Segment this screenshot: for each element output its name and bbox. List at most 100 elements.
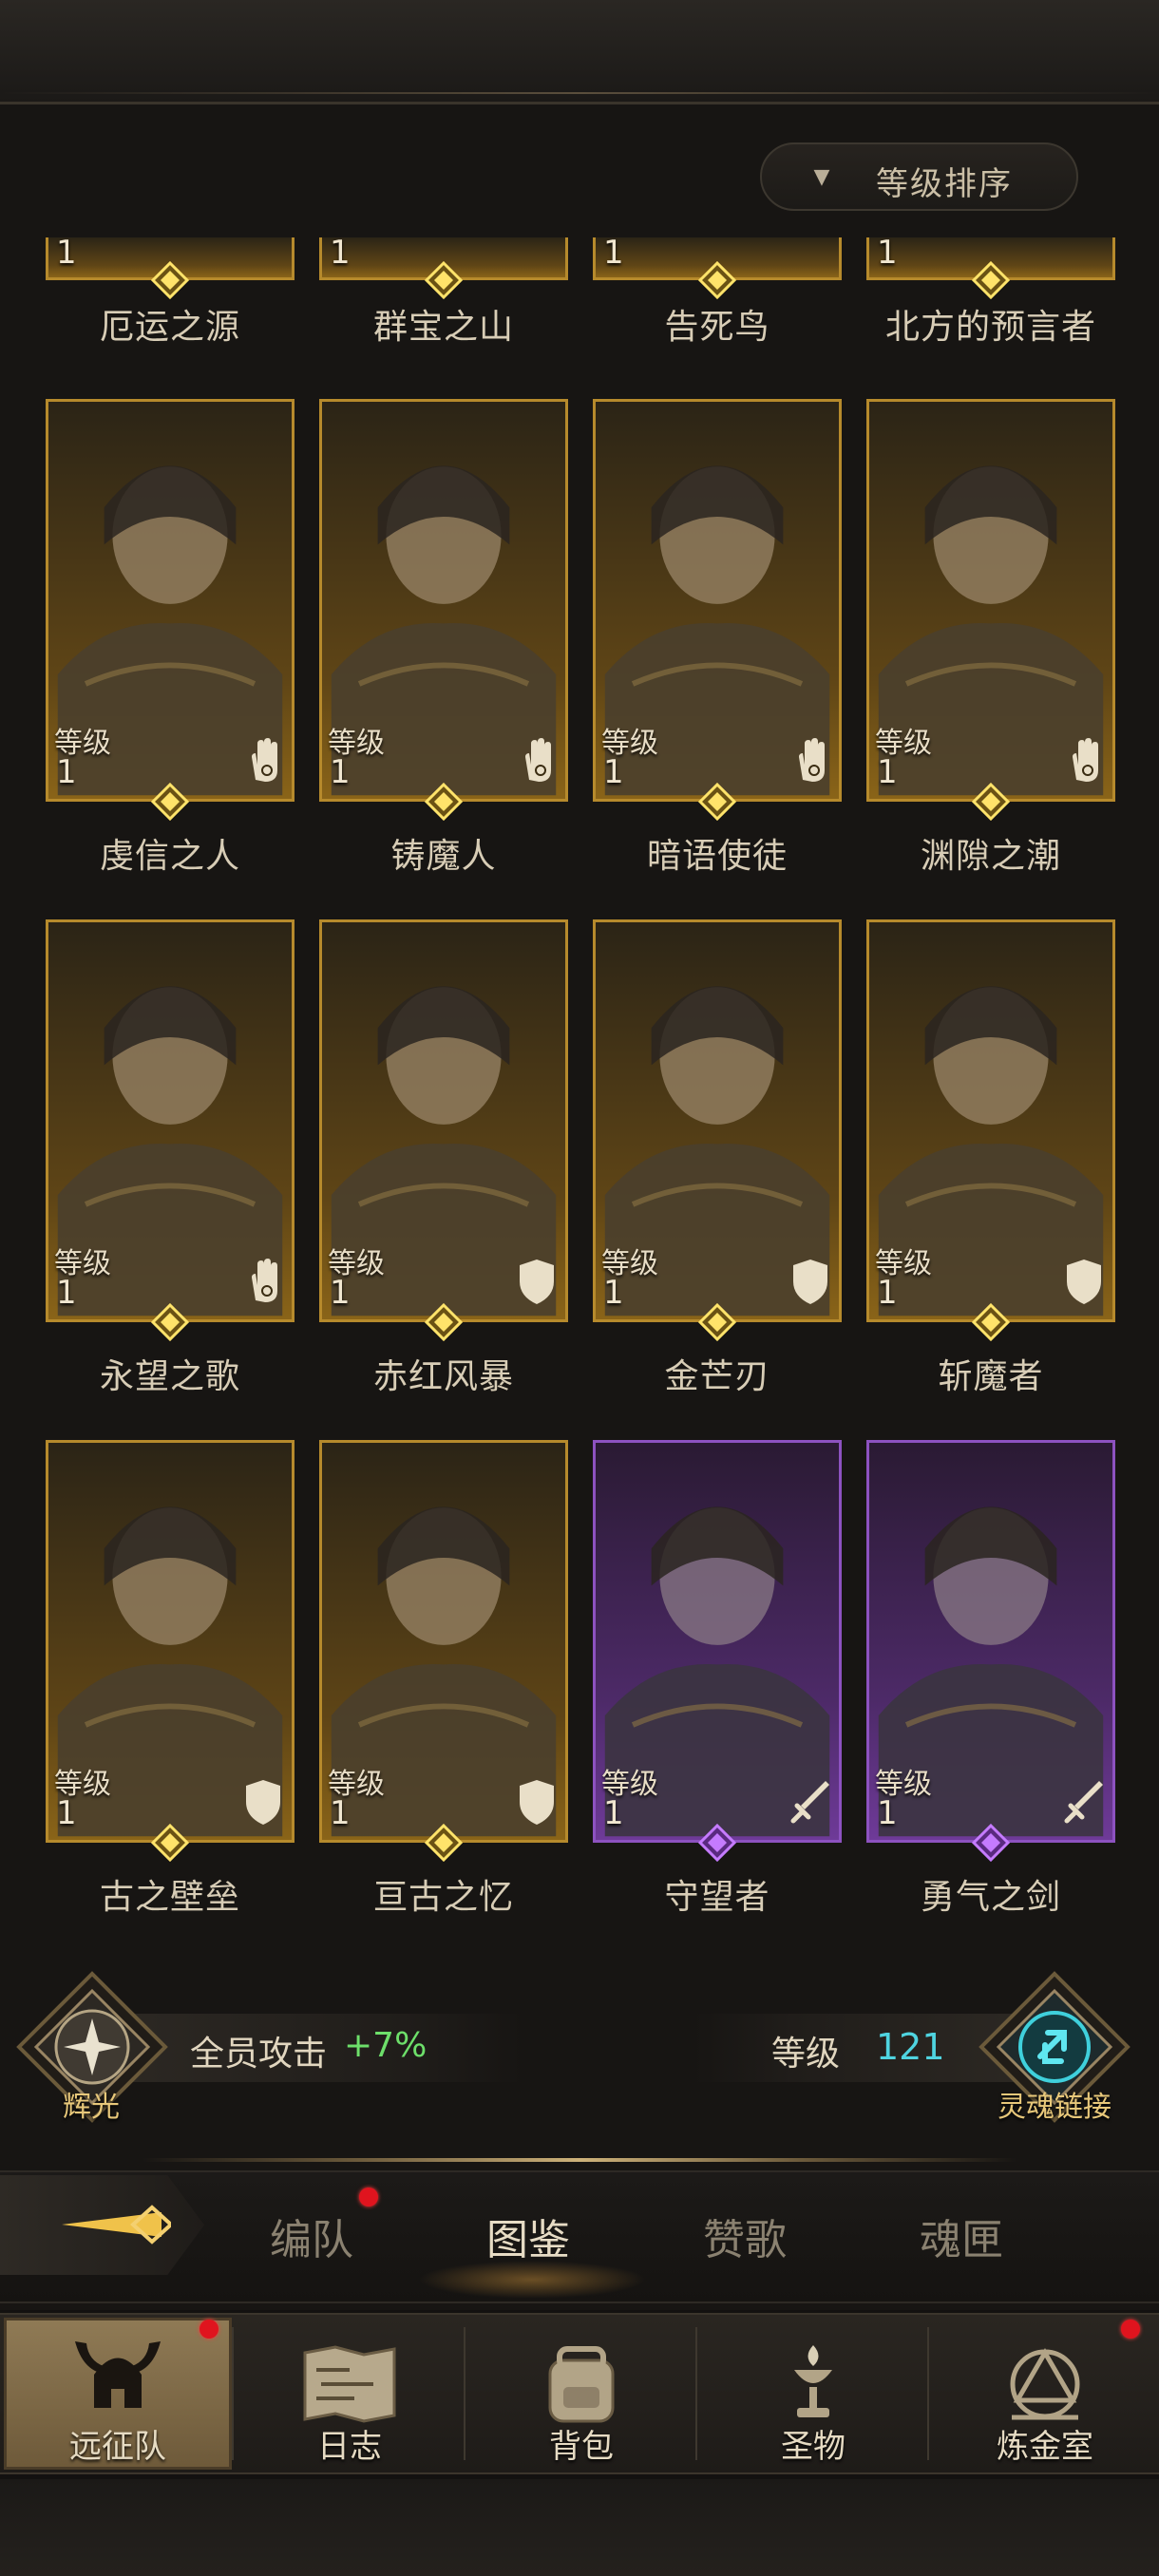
hero-level-value: 1: [603, 1274, 624, 1312]
active-tab-glow: [418, 2261, 646, 2299]
hero-card[interactable]: 等级 1: [593, 1440, 842, 1843]
hero-name: 永望之歌: [99, 1357, 240, 1396]
hero-level-value: 1: [330, 753, 351, 791]
rarity-gem-icon: [698, 1824, 736, 1862]
tab-codex[interactable]: 图鉴: [486, 2206, 570, 2266]
hero-card[interactable]: 等级 1: [319, 399, 568, 802]
hero-name: 勇气之剑: [920, 1878, 1061, 1917]
hero-name: 虔信之人: [99, 837, 240, 876]
hero-card[interactable]: 等级 1: [46, 919, 294, 1322]
hero-level-value: 1: [56, 237, 77, 272]
footer-ornament-band: [0, 2479, 1159, 2576]
shield-icon: [793, 1260, 827, 1304]
hero-card[interactable]: 等级 1: [319, 1440, 568, 1843]
hand-icon: [252, 738, 277, 782]
soul-level-label: 等级: [771, 2035, 841, 2074]
hero-name: 金芒刃: [664, 1357, 770, 1396]
rarity-gem-icon: [151, 783, 189, 821]
rarity-gem-icon: [698, 783, 736, 821]
nav-divider: [695, 2327, 697, 2460]
chalice-icon: [794, 2345, 832, 2417]
hero-level-value: 1: [603, 237, 624, 272]
hero-level-value: 1: [56, 1274, 77, 1312]
hero-level-value: 1: [877, 237, 898, 272]
hero-card[interactable]: 等级 1: [593, 399, 842, 802]
hero-card[interactable]: 等级 1: [46, 1440, 294, 1843]
hero-name: 北方的预言者: [884, 308, 1096, 347]
horned-helmet-icon: [75, 2341, 161, 2408]
hero-name: 渊隙之潮: [920, 837, 1061, 876]
hero-name: 暗语使徒: [646, 837, 788, 876]
shield-icon: [520, 1780, 554, 1825]
arrow-left-icon: [62, 2205, 171, 2245]
hero-card[interactable]: 等级 1: [866, 919, 1115, 1322]
nav-divider: [232, 2327, 234, 2460]
hero-level-value: 1: [603, 753, 624, 791]
hand-icon: [525, 738, 551, 782]
hand-icon: [252, 1259, 277, 1302]
nav-relics-label: 圣物: [781, 2428, 846, 2466]
tab-soul-box[interactable]: 魂匣: [920, 2206, 1003, 2266]
hero-level-value: 1: [56, 753, 77, 791]
rarity-gem-icon: [425, 783, 463, 821]
rarity-gem-icon: [151, 1303, 189, 1341]
sword-icon: [790, 1781, 829, 1824]
hero-card[interactable]: 等级 1: [866, 399, 1115, 802]
ornamental-divider: [142, 2158, 1016, 2162]
rarity-gem-icon: [151, 1824, 189, 1862]
rarity-gem-icon: [972, 261, 1010, 299]
shield-icon: [1067, 1260, 1101, 1304]
sword-icon: [1064, 1781, 1103, 1824]
alchemy-icon: [1010, 2348, 1080, 2420]
hero-level-value: 1: [330, 237, 351, 272]
shield-icon: [520, 1260, 554, 1304]
rarity-gem-icon: [972, 783, 1010, 821]
soul-link-label: 灵魂链接: [998, 2091, 1112, 2124]
back-button[interactable]: [0, 2175, 204, 2275]
rarity-gem-icon: [151, 261, 189, 299]
hero-card[interactable]: 等级 1: [319, 919, 568, 1322]
nav-expedition-badge: [200, 2320, 218, 2339]
hero-name: 铸魔人: [390, 837, 497, 876]
rarity-gem-icon: [425, 1824, 463, 1862]
hero-card[interactable]: 等级 1: [46, 399, 294, 802]
nav-journal-label: 日志: [317, 2428, 382, 2466]
rarity-gem-icon: [972, 1824, 1010, 1862]
hero-name: 斩魔者: [938, 1357, 1044, 1396]
nav-expedition-label: 远征队: [69, 2428, 166, 2466]
radiance-label: 辉光: [63, 2091, 120, 2124]
hero-card[interactable]: 等级 1: [866, 1440, 1115, 1843]
map-scroll-icon: [303, 2345, 396, 2423]
hero-card[interactable]: 等级 1: [593, 919, 842, 1322]
rarity-gem-icon: [972, 1303, 1010, 1341]
rarity-gem-icon: [425, 1303, 463, 1341]
hero-level-value: 1: [877, 1274, 898, 1312]
hero-level-value: 1: [603, 1794, 624, 1832]
hand-icon: [1073, 738, 1098, 782]
hero-name: 厄运之源: [99, 308, 240, 347]
hero-level-value: 1: [877, 753, 898, 791]
nav-divider: [464, 2327, 466, 2460]
hero-level-value: 1: [330, 1274, 351, 1312]
rarity-gem-icon: [425, 261, 463, 299]
rarity-gem-icon: [698, 261, 736, 299]
hero-name: 亘古之忆: [372, 1878, 514, 1917]
nav-backpack-label: 背包: [549, 2428, 614, 2466]
nav-divider: [927, 2327, 929, 2460]
shield-icon: [246, 1780, 280, 1825]
attack-label: 全员攻击: [190, 2035, 328, 2074]
hero-level-value: 1: [330, 1794, 351, 1832]
hero-level-value: 1: [877, 1794, 898, 1832]
nav-alchemy-label: 炼金室: [997, 2428, 1093, 2466]
hero-name: 告死鸟: [664, 308, 770, 347]
tab-hymn[interactable]: 赞歌: [703, 2206, 787, 2266]
rarity-gem-icon: [698, 1303, 736, 1341]
hero-level-value: 1: [56, 1794, 77, 1832]
hero-name: 赤红风暴: [372, 1357, 514, 1396]
backpack-icon: [548, 2346, 615, 2423]
tab-formation[interactable]: 编队: [270, 2206, 353, 2266]
attack-value: +7%: [344, 2026, 428, 2065]
hero-name: 群宝之山: [372, 308, 514, 347]
hero-name: 古之壁垒: [99, 1878, 240, 1917]
nav-alchemy-badge: [1121, 2320, 1140, 2339]
